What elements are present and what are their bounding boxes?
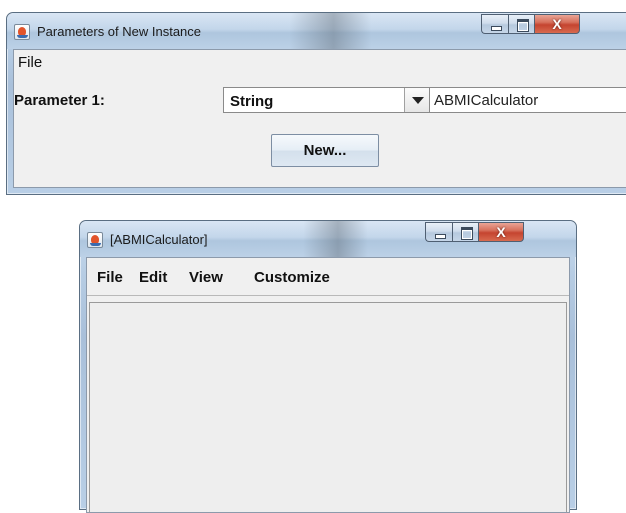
new-instance-button[interactable]: New... xyxy=(271,134,379,167)
menu-file[interactable]: File xyxy=(18,54,42,71)
abmicalculator-window-titlebar[interactable]: [ABMICalculator] X xyxy=(80,221,576,257)
parameter-type-value: String xyxy=(230,93,274,110)
parameters-window-client: File Parameter 1: String ABMICalculator … xyxy=(13,49,626,188)
menu-file[interactable]: File xyxy=(97,269,123,286)
java-app-icon[interactable] xyxy=(14,24,30,40)
maximize-button[interactable] xyxy=(508,14,534,34)
minimize-button[interactable] xyxy=(425,222,452,242)
parameters-window-caption-buttons: X xyxy=(481,14,580,34)
close-button[interactable]: X xyxy=(534,14,580,34)
parameters-window: Parameters of New Instance X File Parame… xyxy=(6,12,626,195)
calculator-content-area xyxy=(89,302,567,512)
close-icon: X xyxy=(496,224,506,240)
parameter-1-label: Parameter 1: xyxy=(14,92,105,109)
close-button[interactable]: X xyxy=(478,222,524,242)
parameters-window-title: Parameters of New Instance xyxy=(37,24,202,39)
close-icon: X xyxy=(552,16,562,32)
abmicalculator-window-caption-buttons: X xyxy=(425,222,524,242)
menu-view[interactable]: View xyxy=(189,269,223,286)
abmicalculator-window-menubar: File Edit View Customize xyxy=(87,258,569,296)
parameters-window-menubar: File xyxy=(14,50,626,72)
menu-customize[interactable]: Customize xyxy=(254,269,330,286)
java-app-icon[interactable] xyxy=(87,232,103,248)
maximize-button[interactable] xyxy=(452,222,478,242)
dropdown-arrow-icon[interactable] xyxy=(404,88,429,112)
minimize-button[interactable] xyxy=(481,14,508,34)
menu-edit[interactable]: Edit xyxy=(139,269,167,286)
abmicalculator-window: [ABMICalculator] X File Edit View Custom… xyxy=(79,220,577,513)
parameter-type-select[interactable]: String xyxy=(223,87,430,113)
parameter-value-input[interactable]: ABMICalculator xyxy=(429,87,626,113)
parameters-window-titlebar[interactable]: Parameters of New Instance X xyxy=(7,13,626,49)
abmicalculator-window-title: [ABMICalculator] xyxy=(110,232,208,247)
abmicalculator-window-client: File Edit View Customize xyxy=(86,257,570,513)
